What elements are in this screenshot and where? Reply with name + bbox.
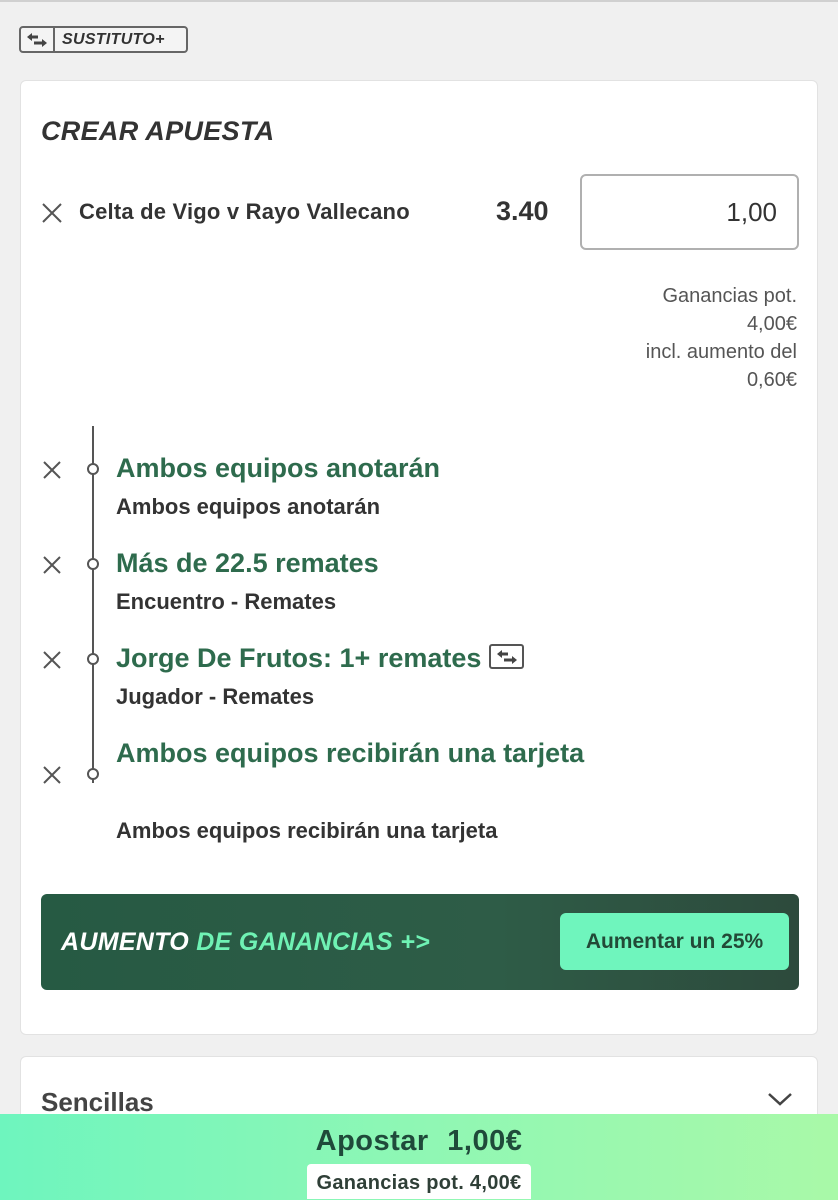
bet-potential-winnings: Ganancias pot. 4,00€ <box>306 1164 532 1199</box>
selection-subtitle: Encuentro - Remates <box>116 589 337 614</box>
card-title: CREAR APUESTA <box>41 116 275 146</box>
selection-title: Ambos equipos recibirán una tarjeta <box>116 738 585 768</box>
close-icon[interactable] <box>40 763 64 787</box>
match-name: Celta de Vigo v Rayo Vallecano <box>79 199 410 224</box>
place-bet-button[interactable]: Apostar 1,00€ <box>316 1125 523 1158</box>
boost-heading: AUMENTO DE GANANCIAS +> <box>61 928 430 957</box>
timeline-dot <box>87 463 99 475</box>
timeline-dot <box>87 558 99 570</box>
substitute-badge[interactable]: SUSTITUTO+ <box>19 26 188 53</box>
swap-icon <box>21 28 55 51</box>
selection-subtitle: Ambos equipos recibirán una tarjeta <box>116 818 498 843</box>
substitute-label: SUSTITUTO+ <box>62 30 165 48</box>
boost-included-label: incl. aumento del <box>645 341 797 363</box>
selection-title: Ambos equipos anotarán <box>116 453 441 483</box>
stake-input[interactable] <box>580 174 799 250</box>
chevron-down-icon[interactable] <box>767 1091 793 1112</box>
close-icon[interactable] <box>40 648 64 672</box>
selection-title: Jorge De Frutos: 1+ remates <box>116 639 586 678</box>
potential-winnings-info: Ganancias pot. 4,00€ incl. aumento del 0… <box>537 282 797 394</box>
selection-timeline <box>92 426 94 783</box>
boost-heading-word1: AUMENTO <box>61 928 190 956</box>
close-icon[interactable] <box>40 553 64 577</box>
boost-button[interactable]: Aumentar un 25% <box>560 913 789 970</box>
selection-title: Más de 22.5 remates <box>116 548 379 578</box>
close-icon[interactable] <box>40 201 64 225</box>
swap-icon[interactable] <box>489 644 525 670</box>
timeline-dot <box>87 653 99 665</box>
boost-heading-word2: DE GANANCIAS <box>196 928 393 956</box>
selection-subtitle: Ambos equipos anotarán <box>116 494 381 519</box>
close-icon[interactable] <box>40 458 64 482</box>
boost-arrow-icon: +> <box>400 928 431 956</box>
place-bet-bar: Apostar 1,00€ Ganancias pot. 4,00€ <box>0 1114 838 1200</box>
timeline-dot <box>87 768 99 780</box>
bet-builder-card: CREAR APUESTA Celta de Vigo v Rayo Valle… <box>20 80 818 1035</box>
odds-value: 3.40 <box>496 196 549 226</box>
potential-amount: 4,00€ <box>746 313 797 335</box>
selection-title-text: Jorge De Frutos: 1+ remates <box>116 643 482 673</box>
boost-included-amount: 0,60€ <box>746 369 797 391</box>
top-divider <box>0 0 838 2</box>
potential-label: Ganancias pot. <box>662 285 797 307</box>
odds-boost-banner: AUMENTO DE GANANCIAS +> Aumentar un 25% <box>41 894 799 990</box>
selection-subtitle: Jugador - Remates <box>116 684 315 709</box>
